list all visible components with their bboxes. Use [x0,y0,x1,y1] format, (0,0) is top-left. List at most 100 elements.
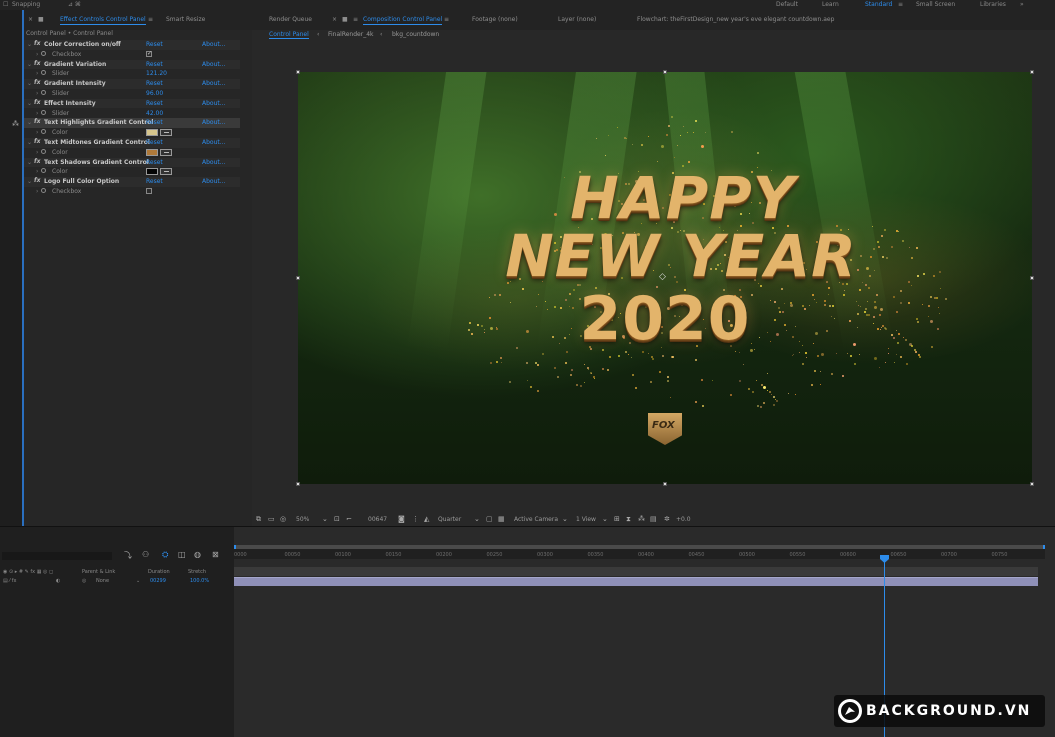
effect-reset-link[interactable]: Reset [146,41,163,48]
parent-pickwhip-icon[interactable]: ◎ [82,578,86,584]
chevron-down-icon[interactable]: ⌄ [562,515,568,523]
transform-handle[interactable] [296,276,300,280]
fx-toggle-icon[interactable]: fx [34,40,40,47]
comp-panel-menu-icon[interactable]: ≡ [444,16,449,23]
transform-handle[interactable] [1030,482,1034,486]
stopwatch-icon[interactable] [41,148,46,154]
effect-row[interactable]: ⌄ fx Color Correction on/off Reset About... [24,40,240,50]
eyedropper-icon[interactable] [160,129,172,137]
param-checkbox[interactable] [146,188,152,194]
transform-handle[interactable] [1030,70,1034,74]
effect-row[interactable]: ⌄ fx Text Shadows Gradient Control Reset Abo… [24,157,240,168]
chevron-down-icon[interactable]: ⌄ [474,515,480,523]
zoom-select[interactable]: 50% [296,516,309,523]
exposure-icon[interactable]: ✲ [664,515,670,523]
effect-reset-link[interactable]: Reset [146,80,163,87]
exposure-value[interactable]: +0.0 [676,516,691,523]
effect-about-link[interactable]: About... [202,139,225,146]
timeline-layer-row[interactable]: ▤ ⁄ fx ◐ ◎ None ⌄ 00299 100.0% [0,578,234,586]
tab-layer[interactable]: Layer (none) [558,16,596,23]
param-checkbox[interactable] [146,50,152,57]
effect-param-row[interactable]: › Checkbox [24,50,240,60]
twirl-down-icon[interactable]: ⌄ [27,159,32,166]
twirl-right-icon[interactable]: › [36,129,38,136]
twirl-down-icon[interactable]: ⌄ [27,119,32,126]
frame-blending-icon[interactable]: ⛭ [162,550,168,560]
eyedropper-icon[interactable] [160,168,172,176]
time-ruler[interactable]: 0000 00050 00100 00150 00200 00250 00300 00350 0… [234,549,1045,559]
effect-about-link[interactable]: About... [202,41,225,48]
layer-parent[interactable]: None [96,578,109,584]
effect-reset-link[interactable]: Reset [146,100,163,107]
shy-layers-icon[interactable]: ⚇ [142,550,149,559]
stopwatch-icon[interactable] [41,168,46,174]
expand-icon[interactable]: ⊠ [212,550,219,559]
snap-options-icon[interactable]: ⊿ ⌘ [68,1,81,8]
layer-duration-bar[interactable] [234,577,1038,586]
show-snapshot-icon[interactable]: ⋮ [412,515,419,523]
param-value[interactable]: 42.00 [146,110,163,117]
snapping-checkbox[interactable]: ☐ [3,1,8,8]
region-of-interest-icon[interactable]: ▢ [486,515,493,523]
effect-about-link[interactable]: About... [202,178,225,185]
twirl-down-icon[interactable]: ⌄ [27,61,32,68]
eyedropper-icon[interactable] [160,148,172,156]
effect-reset-link[interactable]: Reset [146,61,163,68]
monitor-icon[interactable]: ▭ [268,515,275,523]
layer-visibility-icon[interactable]: ◐ [56,578,60,584]
workspace-standard[interactable]: Standard [865,1,892,8]
twirl-right-icon[interactable]: › [36,188,38,195]
effect-param-row[interactable]: › Color [24,148,240,158]
effect-param-row[interactable]: › Color [24,167,240,177]
twirl-down-icon[interactable]: ⌄ [27,100,32,107]
effect-param-row[interactable]: › Checkbox [24,187,240,197]
transform-handle[interactable] [296,70,300,74]
layer-stretch[interactable]: 100.0% [190,578,209,584]
stopwatch-icon[interactable] [41,90,46,95]
twirl-down-icon[interactable]: ⌄ [27,41,32,48]
effect-about-link[interactable]: About... [202,119,225,126]
effect-param-row[interactable]: › Slider 42.00 [24,109,240,119]
tab-composition[interactable]: Composition Control Panel [363,16,443,25]
color-swatch[interactable] [146,168,158,176]
stopwatch-icon[interactable] [41,188,46,193]
view-layout-select[interactable]: 1 View [576,516,596,523]
tab-render-queue[interactable]: Render Queue [269,16,312,23]
twirl-right-icon[interactable]: › [36,168,38,175]
tab-smart-resize[interactable]: Smart Resize [166,16,205,23]
toggle-pixel-icon[interactable]: ⊞ [614,515,620,523]
workspace-learn[interactable]: Learn [822,1,839,8]
snapshot-icon[interactable]: ◙ [398,515,405,523]
breadcrumb-control-panel[interactable]: Control Panel [269,31,309,39]
close-icon[interactable]: × [332,16,337,23]
effect-about-link[interactable]: About... [202,61,225,68]
param-value[interactable]: 96.00 [146,90,163,97]
twirl-right-icon[interactable]: › [36,90,38,97]
mask-icon[interactable]: ◎ [280,515,286,523]
chevron-down-icon[interactable]: ⌄ [322,515,328,523]
transform-handle[interactable] [663,70,667,74]
effect-reset-link[interactable]: Reset [146,159,163,166]
stopwatch-icon[interactable] [41,50,46,56]
close-icon[interactable]: × [28,16,33,23]
effect-param-row[interactable]: › Slider 121.20 [24,69,240,79]
fx-toggle-icon[interactable]: fx [34,118,40,125]
effect-reset-link[interactable]: Reset [146,119,163,126]
anchor-point-icon[interactable]: ◇ [659,272,666,282]
stopwatch-icon[interactable] [41,70,46,76]
workspace-libraries[interactable]: Libraries [980,1,1006,8]
twirl-right-icon[interactable]: › [36,149,38,156]
chevron-down-icon[interactable]: ⌄ [602,515,608,523]
effect-row[interactable]: ⌄ fx Logo Full Color Option Reset About... [24,177,240,187]
fx-toggle-icon[interactable]: fx [34,138,40,145]
effect-about-link[interactable]: About... [202,80,225,87]
effect-row[interactable]: ⌄ fx Effect Intensity Reset About... [24,98,240,109]
effect-reset-link[interactable]: Reset [146,178,163,185]
motion-blur-icon[interactable]: ◫ [178,550,186,559]
fast-preview-icon[interactable]: ⧗ [626,515,631,524]
effect-row[interactable]: ⌄ fx Gradient Variation Reset About... [24,59,240,70]
effect-param-row[interactable]: › Slider 96.00 [24,89,240,99]
fx-toggle-icon[interactable]: fx [34,99,40,106]
timeline-search-input[interactable] [2,552,112,560]
twirl-right-icon[interactable]: › [36,110,38,117]
